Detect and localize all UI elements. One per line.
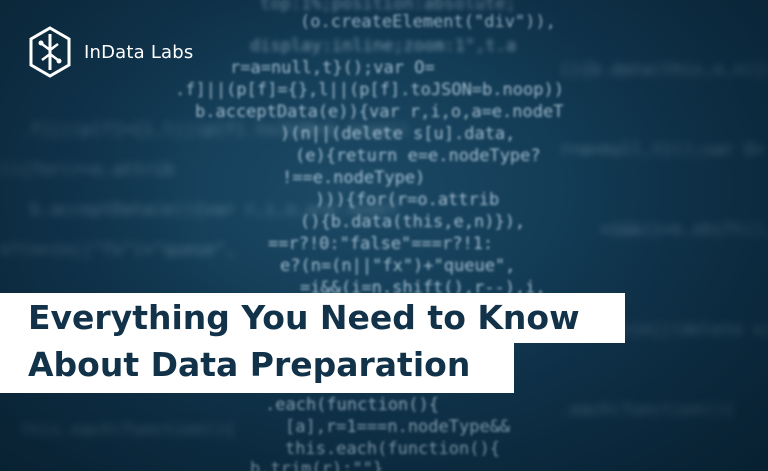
- code-line: .f]||(p[f]={},l||(p[f].toJSON=b.noop)): [20, 120, 409, 140]
- code-line: e?(n=(n||"fx")+"queue",: [0, 240, 236, 260]
- code-line: ))){for(r=o.attrib: [0, 160, 175, 180]
- headline-line-2: About Data Preparation: [0, 343, 514, 393]
- code-line: =i&&(i=n.shift(),r--),i,: [600, 220, 768, 240]
- code-line: this.each(function(){: [285, 439, 500, 459]
- brand-logo: InData Labs: [28, 26, 193, 78]
- code-line: b.acceptData(e)){var r,i,o,a=e.nodeT: [195, 102, 564, 122]
- code-line: ==r?!0:"false"===r?!1:: [268, 234, 494, 254]
- code-line: (e){return e=e.nodeType?: [295, 146, 541, 166]
- article-banner: top:1%;position:absolute; (o.createEleme…: [0, 0, 768, 471]
- code-line: !==e.nodeType): [282, 168, 426, 188]
- headline-line-1: Everything You Need to Know: [0, 293, 625, 343]
- code-line: .f]||(p[f]={},l||(p[f].toJSON=b.noop)): [175, 80, 564, 100]
- code-line: this.each(function(){: [20, 420, 235, 440]
- code-line: e?(n=(n||"fx")+"queue",: [280, 256, 516, 276]
- code-line: )(n||(delete s[u].data,: [620, 320, 768, 340]
- code-line: .each(function(){: [560, 400, 734, 420]
- code-line: .each(function(){: [265, 395, 439, 415]
- brand-name: InData Labs: [84, 41, 194, 63]
- indata-labs-hexagon-logo-icon: [29, 26, 71, 78]
- code-line: r=a=null,t}();var O=: [230, 58, 435, 78]
- code-line: b.trim(r):""}: [250, 459, 384, 471]
- code-line: (o.createElement("div")),: [300, 12, 556, 32]
- code-line: b.acceptData(e)){var r,i,o,a=e.nodeT: [30, 200, 399, 220]
- code-line: [a],r=1===n.nodeType&&: [285, 417, 511, 437]
- code-line: (){b.data(this,e,n)}),: [560, 60, 768, 80]
- code-line: display:inline;zoom:1",t.a: [250, 36, 517, 56]
- code-line: r=a=null,t}();var O=: [560, 140, 765, 160]
